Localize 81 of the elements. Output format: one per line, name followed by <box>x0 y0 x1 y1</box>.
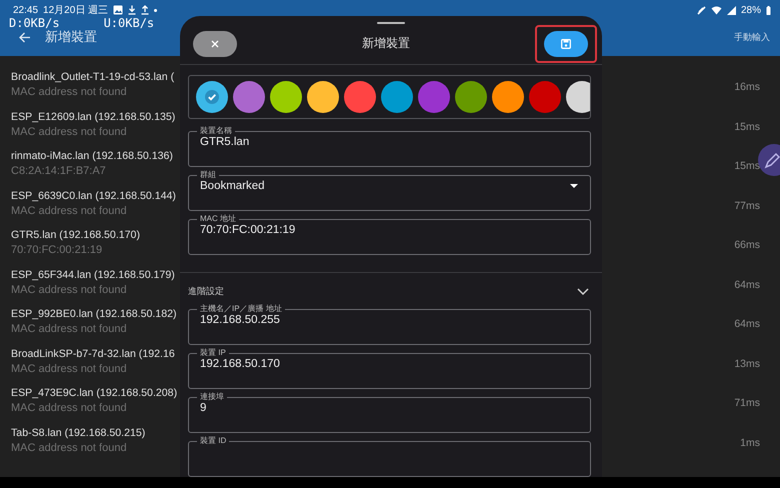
device-mac: 70:70:FC:00:21:19 <box>11 243 104 258</box>
device-mac: MAC address not found <box>11 85 128 100</box>
device-mac: MAC address not found <box>11 282 128 298</box>
status-time: 22:45 <box>13 4 38 16</box>
field-label: MAC 地址 <box>199 214 237 224</box>
color-swatch[interactable] <box>455 81 487 113</box>
ping-time: 16ms <box>734 80 761 95</box>
wifi-icon <box>710 6 722 14</box>
dropdown-caret-icon <box>570 184 578 188</box>
device-name[interactable]: ESP_65F344.lan (192.168.50.179) <box>11 268 183 282</box>
input-field[interactable]: 裝置名稱 GTR5.lan <box>188 126 591 167</box>
ping-time: 15ms <box>734 159 761 174</box>
color-swatch[interactable] <box>529 81 561 113</box>
input-field[interactable]: MAC 地址 70:70:FC:00:21:19 <box>188 214 591 255</box>
chevron-icon[interactable] <box>577 288 589 294</box>
input-field[interactable]: 主機名／IP／廣播 地址 192.168.50.255 <box>188 304 591 345</box>
ping-time: 64ms <box>734 278 761 292</box>
back-arrow-icon[interactable] <box>19 32 31 42</box>
upload-icon <box>141 5 150 15</box>
device-name[interactable]: ESP_473E9C.lan (192.168.50.208) <box>11 386 183 401</box>
device-name[interactable]: rinmato-iMac.lan (192.168.50.136) <box>11 149 183 164</box>
color-swatch[interactable] <box>233 81 265 113</box>
input-field[interactable]: 裝置 ID <box>188 436 591 477</box>
ping-time: 71ms <box>734 396 761 411</box>
signal-icon <box>726 6 736 14</box>
device-name[interactable]: Broadlink_Outlet-T1-19-cd-53.lan ( <box>11 70 183 85</box>
device-mac: MAC address not found <box>11 440 128 456</box>
field-label: 群組 <box>199 170 217 180</box>
device-mac: MAC address not found <box>11 204 128 218</box>
save-button[interactable] <box>544 30 588 57</box>
download-icon <box>128 5 136 15</box>
color-swatch[interactable] <box>307 81 339 113</box>
device-mac: MAC address not found <box>11 124 128 140</box>
ping-time: 15ms <box>734 120 761 134</box>
ping-time: 64ms <box>734 317 761 332</box>
save-icon <box>561 38 571 49</box>
manual-entry-button[interactable]: 手動輸入 <box>734 30 770 44</box>
battery-icon <box>766 6 771 14</box>
download-speed: D:0KB/s <box>9 17 60 29</box>
device-mac: C8:2A:14:1F:B7:A7 <box>11 164 107 179</box>
field-label: 裝置 ID <box>199 436 228 446</box>
ping-time: 13ms <box>734 356 761 372</box>
device-mac: MAC address not found <box>11 322 128 337</box>
ping-time: 66ms <box>734 238 761 253</box>
color-swatch[interactable] <box>418 81 450 113</box>
device-name[interactable]: ESP_E12609.lan (192.168.50.135) <box>11 110 183 124</box>
dot-icon <box>154 8 158 12</box>
drag-handle[interactable] <box>377 22 405 24</box>
battery-percent: 28% <box>740 4 761 16</box>
device-name[interactable]: BroadLinkSP-b7-7d-32.lan (192.16 <box>11 346 183 362</box>
device-mac: MAC address not found <box>11 362 128 376</box>
status-date: 12月20日 週三 <box>43 4 108 17</box>
section-title: 進階設定 <box>188 284 224 298</box>
sheet-title: 新增裝置 <box>362 35 410 52</box>
input-field[interactable]: 連接埠 9 <box>188 392 591 433</box>
field-label: 裝置名稱 <box>199 126 233 136</box>
app-title: 新增裝置 <box>45 28 97 46</box>
pencil-fab-icon[interactable] <box>758 144 780 176</box>
dropdown-field[interactable]: 群組 Bookmarked <box>188 170 591 211</box>
upload-speed: U:0KB/s <box>104 17 154 29</box>
device-name[interactable]: ESP_6639C0.lan (192.168.50.144) <box>11 188 183 204</box>
image-icon <box>113 5 124 15</box>
color-swatch[interactable] <box>492 81 524 113</box>
color-swatch[interactable] <box>381 81 413 113</box>
ping-time: 77ms <box>734 198 761 214</box>
close-button[interactable] <box>193 30 237 57</box>
color-swatch[interactable] <box>344 81 376 113</box>
device-name[interactable]: ESP_992BE0.lan (192.168.50.182) <box>11 307 183 322</box>
field-label: 連接埠 <box>199 392 225 402</box>
device-mac: MAC address not found <box>11 401 128 416</box>
field-label: 主機名／IP／廣播 地址 <box>199 304 283 314</box>
input-field[interactable]: 裝置 IP 192.168.50.170 <box>188 348 591 389</box>
field-label: 裝置 IP <box>199 348 227 358</box>
color-swatch[interactable] <box>196 81 228 113</box>
close-icon <box>211 40 219 48</box>
color-swatch[interactable] <box>566 81 590 113</box>
check-icon <box>205 90 219 104</box>
color-swatch[interactable] <box>270 81 302 113</box>
ping-time: 1ms <box>740 436 761 450</box>
device-name[interactable]: Tab-S8.lan (192.168.50.215) <box>11 426 183 440</box>
device-name[interactable]: GTR5.lan (192.168.50.170) <box>11 228 183 243</box>
